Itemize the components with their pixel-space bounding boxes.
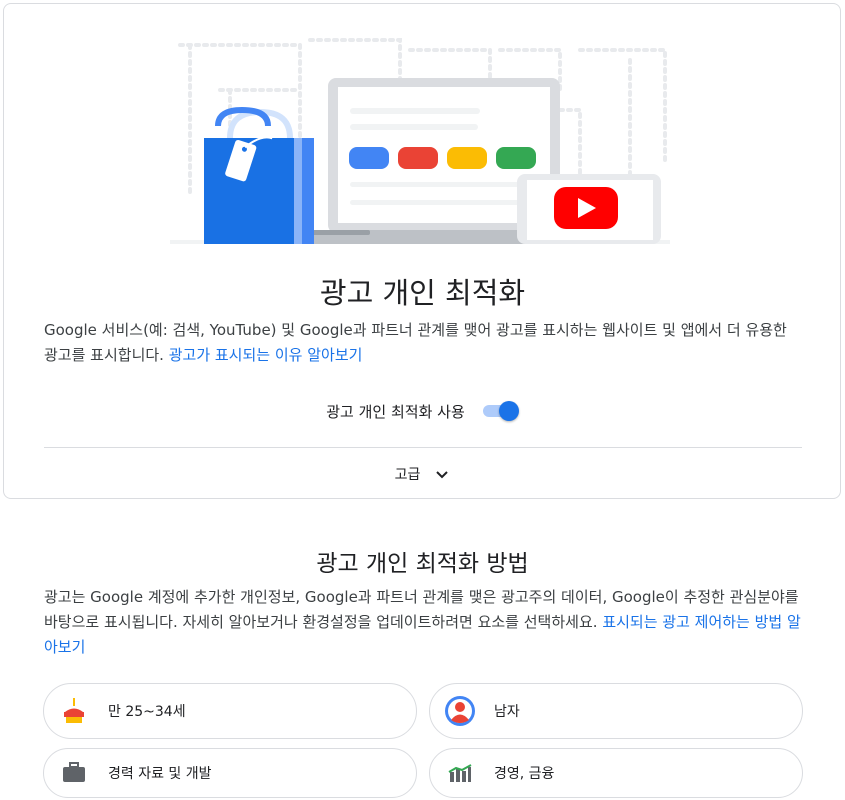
ad-personalization-toggle-row: 광고 개인 최적화 사용: [0, 398, 845, 424]
section-description: 광고는 Google 계정에 추가한 개인정보, Google과 파트너 관계를…: [44, 585, 806, 660]
factor-chip-finance[interactable]: 경영, 금융: [429, 748, 803, 798]
chevron-down-icon: [436, 471, 449, 479]
ad-personalization-switch[interactable]: [481, 400, 519, 422]
finance-chart-icon: [444, 757, 476, 789]
factor-label: 경영, 금융: [494, 766, 555, 782]
shopping-bag-graphic: [204, 106, 314, 244]
hero-description-text: Google 서비스(예: 검색, YouTube) 및 Google과 파트너…: [44, 321, 787, 364]
factor-label: 만 25~34세: [108, 704, 186, 720]
person-icon: [444, 695, 476, 727]
advanced-expander-button[interactable]: 고급: [0, 462, 845, 486]
factor-label: 남자: [494, 704, 520, 720]
hero-description: Google 서비스(예: 검색, YouTube) 및 Google과 파트너…: [44, 318, 804, 368]
hero-illustration: [170, 38, 670, 244]
switch-thumb: [498, 401, 519, 421]
page-title: 광고 개인 최적화: [319, 276, 526, 310]
briefcase-icon: [58, 757, 90, 789]
factor-chip-gender[interactable]: 남자: [429, 683, 803, 739]
advanced-label: 고급: [394, 467, 421, 483]
factor-label: 경력 자료 및 개발: [108, 766, 212, 782]
section-title: 광고 개인 최적화 방법: [316, 551, 529, 577]
divider: [44, 447, 802, 448]
factor-chip-age[interactable]: 만 25~34세: [43, 683, 417, 739]
factor-chip-career[interactable]: 경력 자료 및 개발: [43, 748, 417, 798]
toggle-label: 광고 개인 최적화 사용: [326, 402, 465, 421]
learn-why-ads-link[interactable]: 광고가 표시되는 이유 알아보기: [169, 346, 363, 364]
phone-graphic: [517, 174, 661, 244]
birthday-cake-icon: [58, 695, 90, 727]
